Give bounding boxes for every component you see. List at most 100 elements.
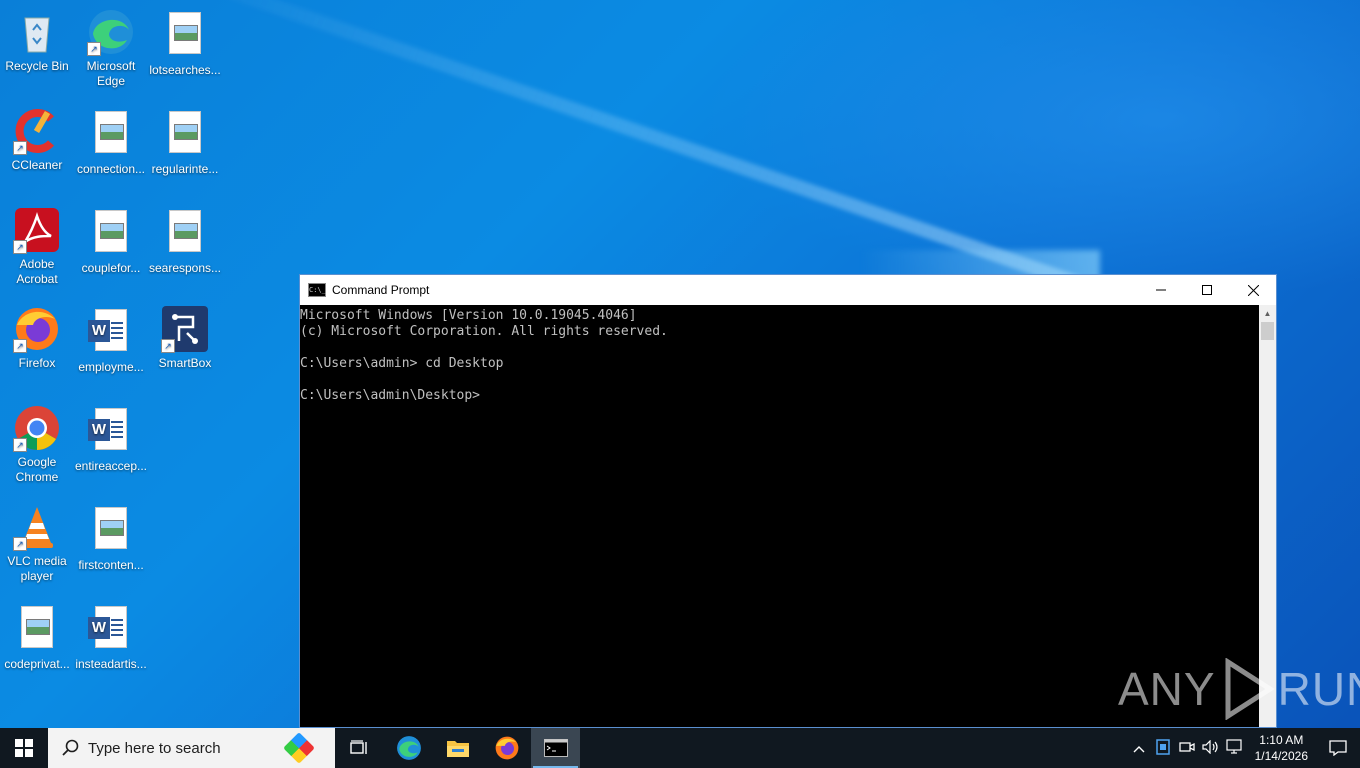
desktop-icon-label: employme... [78, 360, 144, 374]
desktop-icon-label: searespons... [148, 261, 222, 275]
shortcut-arrow-icon: ↗ [87, 42, 101, 56]
console-prompt-line: C:\Users\admin\Desktop> [300, 388, 481, 403]
acrobat-icon: ↗ [13, 206, 61, 254]
desktop-icon-google-chrome[interactable]: ↗ Google Chrome [0, 404, 74, 485]
image-file-icon [13, 606, 61, 654]
console-output[interactable]: Microsoft Windows [Version 10.0.19045.40… [300, 305, 1259, 727]
minimize-icon [1156, 289, 1166, 291]
image-file-icon [87, 210, 135, 258]
desktop-icon-label: firstconten... [78, 558, 144, 572]
notification-center-button[interactable] [1316, 728, 1360, 768]
window-title: Command Prompt [332, 283, 430, 297]
desktop-icon-label: Adobe Acrobat [16, 257, 58, 286]
image-file-icon [161, 111, 209, 159]
desktop-icon-smartbox[interactable]: ↗ SmartBox [148, 305, 222, 371]
volume-icon[interactable] [1199, 739, 1223, 757]
image-file-icon [161, 12, 209, 60]
desktop-icon-connection[interactable]: connection... [74, 107, 148, 177]
chrome-icon: ↗ [13, 404, 61, 452]
desktop-icon-label: SmartBox [158, 356, 212, 370]
console-line: Microsoft Windows [Version 10.0.19045.40… [300, 308, 637, 323]
taskbar-command-prompt[interactable] [531, 728, 580, 768]
desktop-icon-entireaccep[interactable]: W entireaccep... [74, 404, 148, 474]
window-title-bar[interactable]: C:\_ Command Prompt [300, 275, 1276, 305]
vlc-icon: ↗ [13, 503, 61, 551]
taskbar: Type here to search 1:10 AM 1/14/2026 [0, 728, 1360, 768]
system-tray: 1:10 AM 1/14/2026 [1127, 728, 1360, 768]
desktop-icon-label: codeprivat... [4, 657, 70, 671]
desktop-icon-adobe-acrobat[interactable]: ↗ Adobe Acrobat [0, 206, 74, 287]
desktop-icon-recycle-bin[interactable]: Recycle Bin [0, 8, 74, 74]
close-icon [1247, 284, 1259, 296]
desktop-icon-couplefor[interactable]: couplefor... [74, 206, 148, 276]
scrollbar-thumb[interactable] [1261, 322, 1274, 340]
console-line: C:\Users\admin> cd Desktop [300, 356, 504, 371]
maximize-button[interactable] [1184, 275, 1230, 305]
cmd-icon: C:\_ [308, 283, 326, 297]
cmd-icon [543, 739, 568, 757]
shortcut-arrow-icon: ↗ [161, 339, 175, 353]
recycle-bin-icon [13, 8, 61, 56]
firefox-icon: ↗ [13, 305, 61, 353]
clock-date: 1/14/2026 [1254, 749, 1308, 763]
camera-tray-icon[interactable] [1175, 740, 1199, 757]
image-file-icon [87, 111, 135, 159]
scroll-up-arrow-icon[interactable]: ▲ [1259, 305, 1276, 322]
desktop-icon-ccleaner[interactable]: ↗ CCleaner [0, 107, 74, 173]
shortcut-arrow-icon: ↗ [13, 438, 27, 452]
ccleaner-icon: ↗ [13, 107, 61, 155]
watermark-right-text: RUN [1277, 663, 1360, 715]
windows-logo-icon [15, 739, 33, 757]
desktop-icon-label: VLC media player [7, 554, 67, 583]
firefox-icon [495, 736, 518, 760]
chevron-up-icon[interactable] [1127, 741, 1151, 756]
taskbar-clock[interactable]: 1:10 AM 1/14/2026 [1255, 732, 1308, 764]
shortcut-arrow-icon: ↗ [13, 537, 27, 551]
desktop-icon-label: Microsoft Edge [86, 59, 136, 88]
desktop-icon-firefox[interactable]: ↗ Firefox [0, 305, 74, 371]
maximize-icon [1202, 285, 1212, 295]
desktop-icon-label: couplefor... [81, 261, 141, 275]
desktop-icon-regularinte[interactable]: regularinte... [148, 107, 222, 177]
desktop-icon-lotsearches[interactable]: lotsearches... [148, 8, 222, 78]
desktop-icon-label: Recycle Bin [5, 59, 69, 73]
taskbar-edge[interactable] [384, 728, 433, 768]
desktop-icon-microsoft-edge[interactable]: ↗ Microsoft Edge [74, 8, 148, 89]
minimize-button[interactable] [1138, 275, 1184, 305]
task-view-button[interactable] [335, 728, 384, 768]
console-line: (c) Microsoft Corporation. All rights re… [300, 324, 668, 339]
security-tray-icon[interactable] [1151, 738, 1175, 758]
desktop-icon-label: Google Chrome [15, 455, 59, 484]
desktop-icon-employme[interactable]: W employme... [74, 305, 148, 375]
desktop-icon-label: CCleaner [11, 158, 63, 172]
desktop-icon-label: regularinte... [151, 162, 219, 176]
edge-icon: ↗ [87, 8, 135, 56]
smartbox-icon: ↗ [161, 305, 209, 353]
taskbar-search-box[interactable]: Type here to search [48, 728, 335, 768]
close-button[interactable] [1230, 275, 1276, 305]
taskbar-file-explorer[interactable] [433, 728, 482, 768]
desktop-icon-label: Firefox [18, 356, 56, 370]
notification-icon [1329, 740, 1347, 756]
desktop-icon-label: insteadartis... [75, 657, 147, 671]
start-button[interactable] [0, 728, 48, 768]
taskbar-firefox[interactable] [482, 728, 531, 768]
desktop-icon-insteadartis[interactable]: W insteadartis... [74, 602, 148, 672]
search-placeholder: Type here to search [88, 739, 221, 757]
desktop-icon-codeprivat[interactable]: codeprivat... [0, 602, 74, 672]
desktop-icon-label: connection... [76, 162, 146, 176]
desktop-icon-label: entireaccep... [74, 459, 148, 473]
anyrun-watermark: ANY RUN [1118, 658, 1360, 720]
word-file-icon: W [87, 309, 135, 357]
desktop-icon-firstconten[interactable]: firstconten... [74, 503, 148, 573]
clock-time: 1:10 AM [1259, 733, 1304, 747]
desktop-icon-vlc[interactable]: ↗ VLC media player [0, 503, 74, 584]
edge-icon [396, 736, 421, 760]
shortcut-arrow-icon: ↗ [13, 141, 27, 155]
search-icon [62, 739, 79, 756]
shortcut-arrow-icon: ↗ [13, 240, 27, 254]
task-view-icon [349, 740, 367, 754]
network-icon[interactable] [1223, 738, 1247, 758]
desktop-icon-searespons[interactable]: searespons... [148, 206, 222, 276]
